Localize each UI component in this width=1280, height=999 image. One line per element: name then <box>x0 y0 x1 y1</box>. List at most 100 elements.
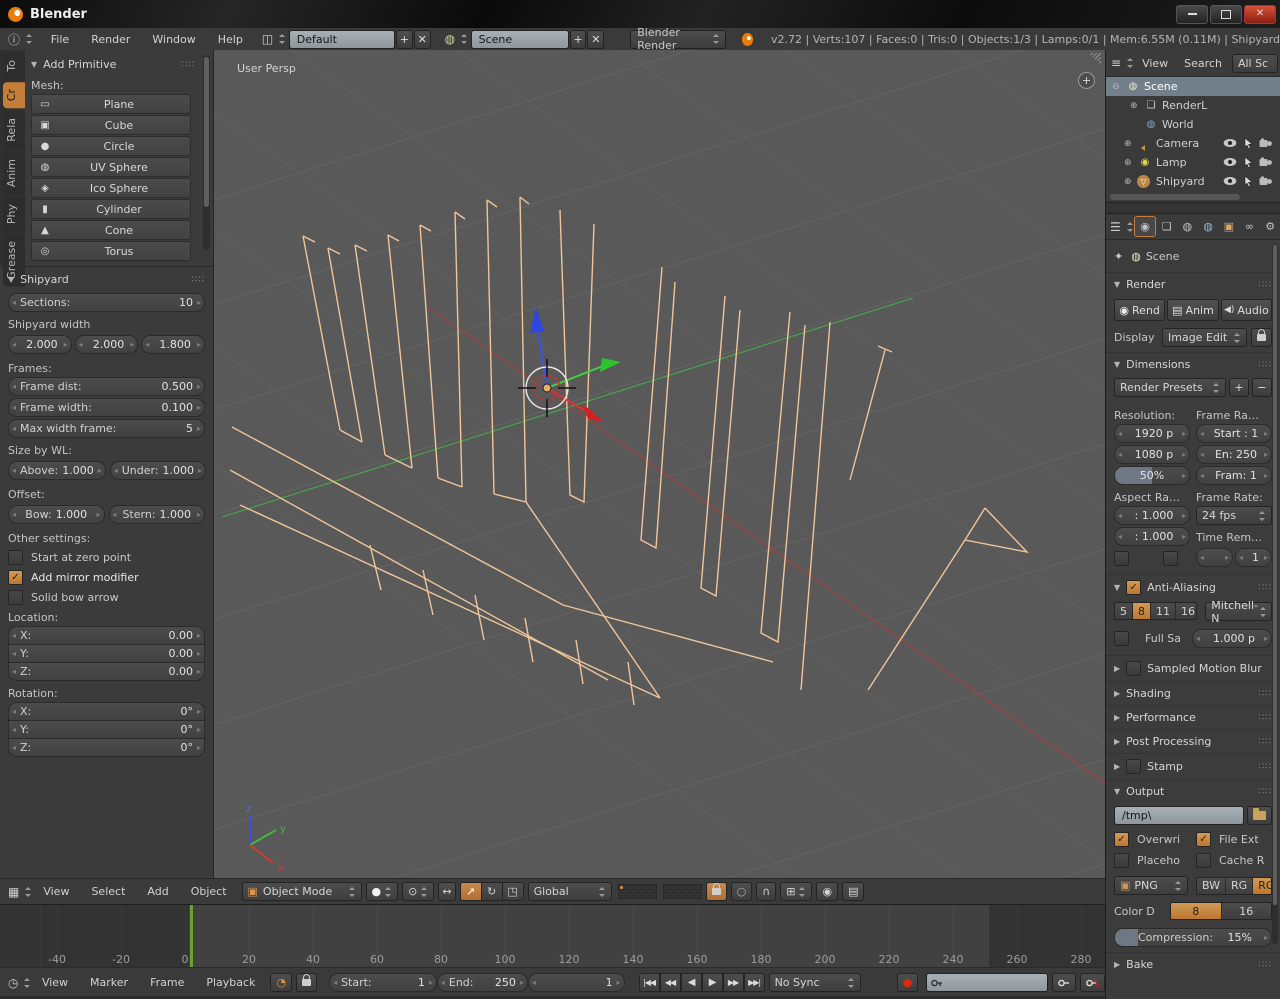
expand-icon[interactable]: ⊕ <box>1130 101 1143 111</box>
editor-arrows-icon[interactable] <box>1126 222 1134 232</box>
mesh-primitive-button[interactable]: ▮ Cylinder <box>31 199 191 219</box>
scale-manipulator-button[interactable]: ◳ <box>503 883 523 900</box>
timeline-ruler[interactable]: -40-200204060801001201401601802002202402… <box>0 905 1105 967</box>
outliner-row-shipyard[interactable]: ⊕ ▽ Shipyard <box>1106 172 1280 191</box>
mesh-primitive-button[interactable]: ▣ Cube <box>31 115 191 135</box>
opengl-render-anim-button[interactable]: ▤ <box>842 882 864 901</box>
timeline-editor-icon[interactable]: ◷ <box>8 976 18 990</box>
location-z-field[interactable]: Z:0.00 <box>8 663 205 681</box>
width-field-2[interactable]: 2.000 <box>75 335 139 354</box>
overwrite-checkbox[interactable]: ✓ <box>1114 832 1129 847</box>
gizmo-y-arrow[interactable] <box>600 358 621 372</box>
editor-arrows-icon[interactable] <box>24 887 32 897</box>
menu-item[interactable]: Object <box>180 885 238 898</box>
outliner-row-scene[interactable]: ⊖ ◍ Scene <box>1106 77 1280 96</box>
remap-old-field[interactable] <box>1196 548 1233 567</box>
channels-bw[interactable]: BW <box>1197 878 1226 894</box>
menu-item[interactable]: Marker <box>79 976 139 989</box>
properties-editor-icon[interactable]: ☰ <box>1110 220 1121 234</box>
3d-editor-icon[interactable]: ▦ <box>8 885 19 899</box>
under-field[interactable]: Under:1.000 <box>110 461 206 480</box>
expand-icon[interactable]: ⊕ <box>1124 139 1137 149</box>
aa-filter-selector[interactable]: Mitchell-N <box>1205 602 1272 621</box>
keying-lock-button[interactable] <box>296 973 317 992</box>
file-browse-button[interactable] <box>1247 806 1272 825</box>
layout-arrows-icon[interactable] <box>278 34 285 44</box>
aspect-y-field[interactable]: : 1.000 <box>1114 527 1190 546</box>
selectability-cursor-icon[interactable] <box>1243 176 1253 187</box>
opengl-render-button[interactable]: ◉ <box>816 882 838 901</box>
mesh-primitive-button[interactable]: ● Circle <box>31 136 191 156</box>
shelf-tab[interactable]: To <box>3 53 25 79</box>
tab-render[interactable]: ◉ <box>1134 216 1156 237</box>
menu-item[interactable]: Render <box>80 33 141 46</box>
menu-item[interactable]: View <box>1134 57 1176 70</box>
depth-8-button[interactable]: 8 <box>1171 903 1222 919</box>
menu-item[interactable]: Window <box>141 33 206 46</box>
magnet-snap-button[interactable]: ∩ <box>756 882 776 901</box>
rotation-z-field[interactable]: Z:0° <box>8 739 205 757</box>
auto-keyframe-button[interactable]: ◔ <box>270 973 292 992</box>
max-width-frame-field[interactable]: Max width frame:5 <box>8 419 205 438</box>
shelf-tab[interactable]: Anim <box>3 152 25 194</box>
menu-item[interactable]: Help <box>207 33 254 46</box>
layout-selector[interactable]: Default <box>289 30 395 49</box>
menu-item[interactable]: View <box>31 976 79 989</box>
aa-samples-8[interactable]: 8 <box>1133 603 1151 619</box>
mesh-primitive-button[interactable]: ◍ UV Sphere <box>31 157 191 177</box>
output-path-field[interactable]: /tmp\ <box>1114 806 1244 825</box>
outliner-row-renderlayers[interactable]: ⊕ ❏ RenderL <box>1106 96 1280 115</box>
visibility-eye-icon[interactable] <box>1223 157 1237 167</box>
editor-switch-arrows-icon[interactable] <box>25 34 32 44</box>
prev-keyframe-button[interactable]: ◀◀ <box>660 973 681 992</box>
render-engine-selector[interactable]: Blender Render <box>630 30 726 49</box>
visibility-eye-icon[interactable] <box>1223 176 1237 186</box>
current-frame-field[interactable]: 1 <box>528 973 625 992</box>
color-depth-group[interactable]: 8 16 <box>1170 902 1272 920</box>
layers-widget-2[interactable] <box>663 884 702 899</box>
display-mode-selector[interactable]: Image Edit <box>1162 328 1247 347</box>
cache-result-checkbox[interactable] <box>1196 853 1211 868</box>
antialiasing-checkbox[interactable]: ✓ <box>1126 580 1141 595</box>
render-presets-selector[interactable]: Render Presets <box>1114 378 1226 397</box>
bow-field[interactable]: Bow:1.000 <box>8 505 105 524</box>
properties-scrollbar[interactable] <box>1272 244 1278 944</box>
rotate-manipulator-button[interactable]: ↻ <box>482 883 503 900</box>
stamp-checkbox[interactable] <box>1126 759 1141 774</box>
outliner-row-camera[interactable]: ⊕ Camera <box>1106 134 1280 153</box>
region-expand-button[interactable]: + <box>1078 72 1095 89</box>
file-format-selector[interactable]: ▣PNG <box>1114 876 1188 895</box>
play-button[interactable]: ▶ <box>702 973 723 992</box>
render-panel-header[interactable]: Render <box>1114 278 1272 291</box>
remap-new-field[interactable]: 1 <box>1235 548 1272 567</box>
shelf-tab[interactable]: Rela <box>3 111 25 149</box>
animation-button[interactable]: ▤Anim <box>1167 299 1218 321</box>
restore-button[interactable] <box>1210 5 1242 24</box>
tab-render-layers[interactable]: ❏ <box>1157 217 1177 236</box>
outliner-row-lamp[interactable]: ⊕ ◉ Lamp <box>1106 153 1280 172</box>
aspect-x-field[interactable]: : 1.000 <box>1114 506 1190 525</box>
close-button[interactable]: ✕ <box>1244 5 1276 24</box>
menu-item[interactable]: Add <box>136 885 179 898</box>
rotation-x-field[interactable]: X:0° <box>8 702 205 721</box>
width-field-3[interactable]: 1.800 <box>141 335 205 354</box>
info-editor-icon[interactable]: ⓘ <box>8 31 20 48</box>
sync-mode-selector[interactable]: No Sync <box>769 973 861 992</box>
add-scene-button[interactable]: + <box>570 30 587 49</box>
pivot-point-selector[interactable]: ⊙ <box>402 882 434 901</box>
aa-samples-11[interactable]: 11 <box>1151 603 1176 619</box>
delete-keyframe-button[interactable] <box>1080 973 1105 992</box>
record-button[interactable]: ● <box>897 973 919 992</box>
sections-field[interactable]: Sections:10 <box>8 293 205 312</box>
channels-rgb[interactable]: RG <box>1226 878 1253 894</box>
menu-item[interactable]: Select <box>80 885 136 898</box>
end-frame-field[interactable]: En: 250 <box>1196 445 1272 464</box>
gizmo-x-arrow[interactable] <box>582 403 604 422</box>
panel-drag-dots[interactable] <box>182 60 195 70</box>
above-field[interactable]: Above:1.000 <box>8 461 106 480</box>
motion-blur-checkbox[interactable] <box>1126 661 1141 676</box>
screen-layout-icon[interactable]: ◫ <box>262 32 273 46</box>
next-keyframe-button[interactable]: ▶▶ <box>723 973 744 992</box>
snap-element-selector[interactable]: ⊞ <box>780 882 812 901</box>
stern-field[interactable]: Stern:1.000 <box>109 505 206 524</box>
